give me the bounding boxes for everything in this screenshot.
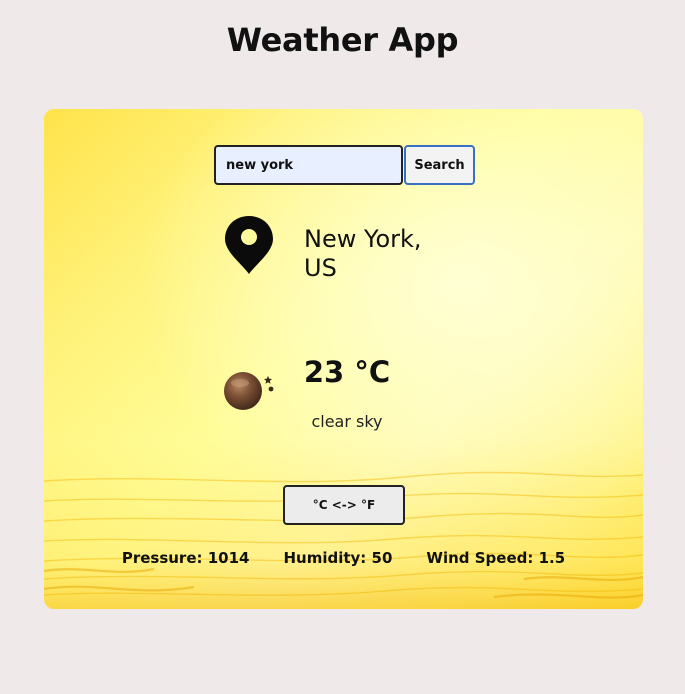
search-button[interactable]: Search (404, 145, 475, 185)
location-country: US (304, 254, 337, 282)
temperature-value: 23 °C (303, 355, 391, 389)
unit-toggle-button[interactable]: °C <-> °F (283, 485, 405, 525)
pressure-text: Pressure: 1014 (121, 549, 250, 567)
weather-stats: Pressure: 1014 Humidity: 50 Wind Speed: … (44, 548, 643, 568)
wind-speed-stat: Wind Speed: 1.5 (426, 548, 565, 568)
pressure-stat: Pressure: 1014 (122, 548, 250, 568)
map-pin-icon (225, 216, 273, 274)
search-input[interactable] (214, 145, 403, 185)
location-name: New York, US (304, 225, 464, 283)
wind-speed-text: Wind Speed: 1.5 (426, 549, 566, 567)
location-city: New York, (304, 225, 422, 253)
humidity-text: Humidity: 50 (283, 549, 393, 567)
weather-description: clear sky (311, 412, 383, 431)
search-bar: Search (214, 145, 475, 185)
app-title: Weather App (226, 21, 459, 59)
weather-card: Search New York, US 23 °C clear sky °C <… (44, 109, 643, 609)
weather-condition-icon (224, 372, 274, 410)
humidity-stat: Humidity: 50 (283, 548, 392, 568)
